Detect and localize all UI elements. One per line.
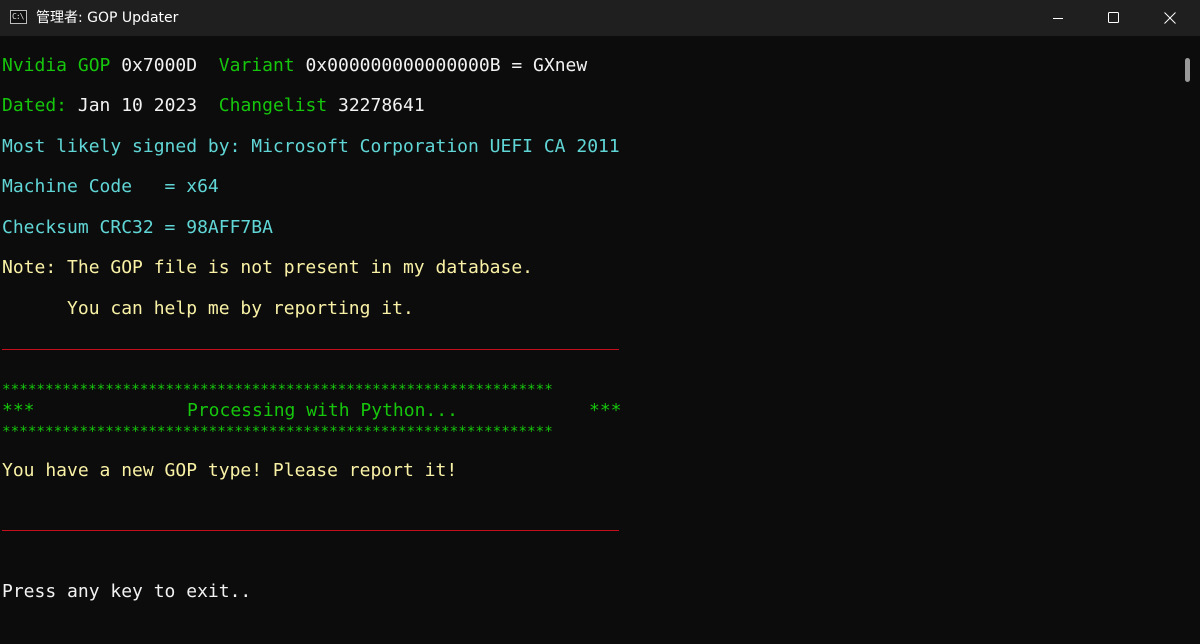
maximize-button[interactable]	[1086, 0, 1142, 36]
dated-value: Jan 10 2023	[77, 95, 198, 116]
console-icon: C:\	[10, 10, 27, 24]
note-line: Note: The GOP file is not present in my …	[2, 257, 534, 278]
processing-line: *** Processing with Python... ***	[2, 400, 622, 422]
separator-line	[2, 530, 619, 531]
maximize-icon	[1108, 12, 1119, 23]
minimize-button[interactable]	[1030, 0, 1086, 36]
separator-line	[2, 349, 619, 350]
close-icon	[1164, 12, 1176, 24]
stars-top-line: ****************************************…	[2, 382, 553, 398]
vertical-scrollbar[interactable]	[1176, 36, 1200, 644]
stars-bottom-line: ****************************************…	[2, 424, 553, 440]
scrollbar-thumb[interactable]	[1185, 58, 1190, 82]
console-output[interactable]: Nvidia GOP 0x7000D Variant 0x00000000000…	[0, 36, 1176, 644]
new-gop-line: You have a new GOP type! Please report i…	[2, 460, 458, 481]
changelist-value: 32278641	[338, 95, 425, 116]
variant-label: Variant	[218, 55, 295, 76]
checksum-line: Checksum CRC32 = 98AFF7BA	[2, 217, 273, 238]
note-help-line: You can help me by reporting it.	[2, 298, 414, 319]
gop-version-line: Nvidia GOP 0x7000D Variant 0x00000000000…	[2, 55, 587, 77]
processing-left-stars: ***	[2, 400, 35, 421]
variant-value: 0x000000000000000B = GXnew	[305, 55, 588, 76]
gop-version-value: 0x7000D	[121, 55, 198, 76]
title-bar[interactable]: C:\ 管理者: GOP Updater	[0, 0, 1200, 36]
dated-line: Dated: Jan 10 2023 Changelist 32278641	[2, 95, 425, 117]
press-key-line: Press any key to exit..	[2, 581, 252, 602]
window-title: 管理者: GOP Updater	[36, 10, 179, 26]
close-button[interactable]	[1142, 0, 1198, 36]
console-icon-text: C:\	[12, 12, 24, 21]
processing-text: Processing with Python...	[187, 400, 458, 421]
dated-label: Dated:	[2, 95, 68, 116]
console-window: C:\ 管理者: GOP Updater Nvidia GOP 0x7000D …	[0, 0, 1200, 644]
signed-by-line: Most likely signed by: Microsoft Corpora…	[2, 136, 620, 157]
processing-right-stars: ***	[589, 400, 622, 421]
nvidia-gop-label: Nvidia GOP	[2, 55, 111, 76]
changelist-label: Changelist	[218, 95, 328, 116]
minimize-icon	[1053, 18, 1063, 19]
machine-code-line: Machine Code = x64	[2, 176, 219, 197]
